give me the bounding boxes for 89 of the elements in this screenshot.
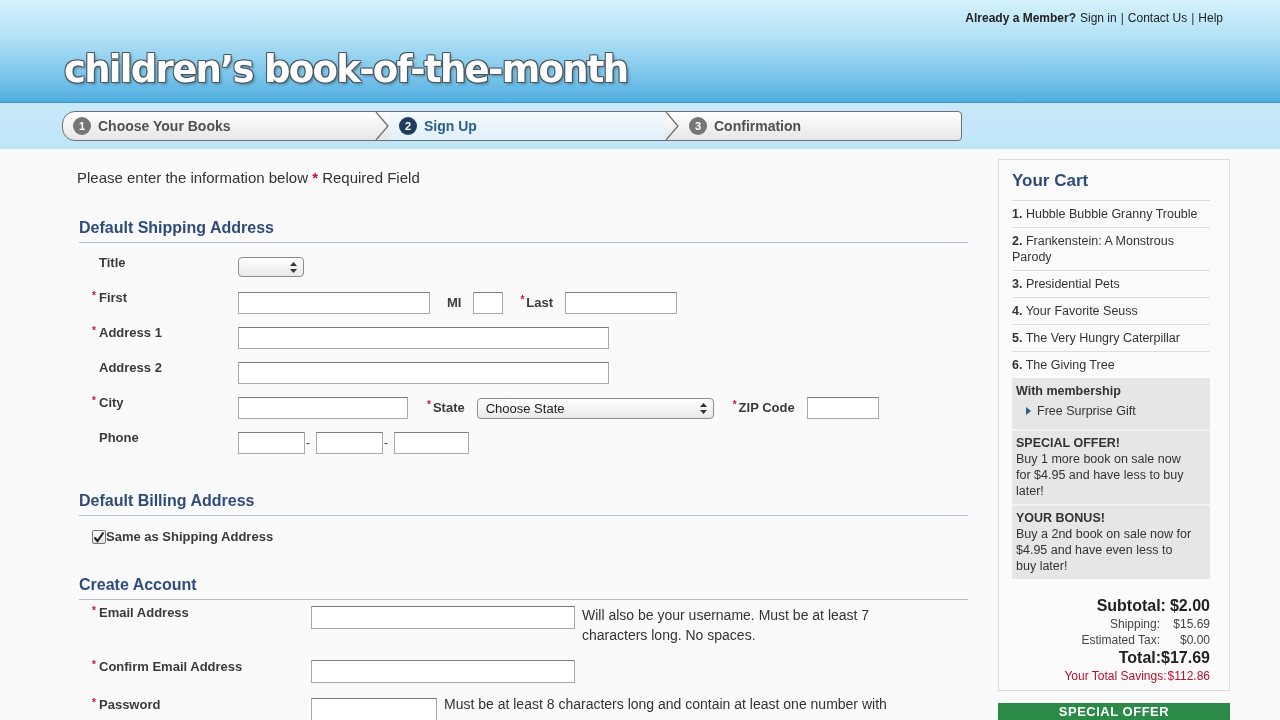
checkbox-label[interactable]: Same as Shipping Address xyxy=(106,529,274,545)
cart-item: 1. Hubble Bubble Granny Trouble xyxy=(1012,201,1210,228)
field-label: City xyxy=(99,395,124,412)
member-prompt: Already a Member? xyxy=(965,11,1076,25)
up-down-arrows-icon xyxy=(699,402,707,414)
required-mark: * xyxy=(92,659,96,670)
link-separator: | xyxy=(1120,11,1124,25)
up-down-arrows-icon xyxy=(290,261,297,273)
header-link[interactable]: Sign in xyxy=(1080,11,1117,25)
password-input[interactable] xyxy=(311,698,437,720)
required-note: Required Field xyxy=(322,169,420,186)
cart-title: Your Cart xyxy=(1012,170,1210,201)
offer-title: SPECIAL OFFER! xyxy=(1016,435,1121,451)
cart-item: 2. Frankenstein: A Monstrous Parody xyxy=(1012,228,1210,271)
offer-title: YOUR BONUS! xyxy=(1016,510,1106,526)
field-label: State xyxy=(432,400,465,416)
phone-input[interactable] xyxy=(394,432,469,454)
total-label: Subtotal: xyxy=(1096,596,1166,616)
required-mark: * xyxy=(92,605,96,616)
phone-separator: - xyxy=(305,436,311,450)
field-label: Password xyxy=(99,697,161,714)
required-mark: * xyxy=(92,395,96,406)
step-number: 2 xyxy=(399,117,417,135)
section-heading: Default Billing Address xyxy=(79,491,968,516)
total-value: $112.86 xyxy=(1167,668,1210,684)
title-select[interactable] xyxy=(238,257,304,277)
field-label: Address 2 xyxy=(99,360,162,376)
link-separator: | xyxy=(1191,11,1195,25)
cart-item: 3. Presidential Pets xyxy=(1012,271,1210,298)
field-hint: Must be at least 8 characters long and contain at least one number with xyxy=(444,695,887,714)
required-mark: * xyxy=(520,293,525,307)
required-mark: * xyxy=(92,325,96,336)
phone-separator: - xyxy=(383,436,389,450)
total-label: Estimated Tax: xyxy=(1081,632,1160,648)
offer-title: With membership xyxy=(1016,383,1122,399)
total-value: $17.69 xyxy=(1161,648,1210,668)
step-tab[interactable]: 3 Confirmation xyxy=(679,112,961,140)
state-select[interactable]: Choose State xyxy=(476,397,714,419)
step-number: 1 xyxy=(73,117,91,135)
field-hint: Will also be your username. Must be at least 7 characters long. No spaces. xyxy=(582,606,871,645)
field-label: First xyxy=(99,290,128,307)
total-value: $2.00 xyxy=(1169,596,1210,616)
field-label: MI xyxy=(447,295,462,311)
triangle-bullet-icon xyxy=(1026,407,1031,415)
field-label: Address 1 xyxy=(99,325,162,342)
field-label: ZIP Code xyxy=(738,400,795,416)
step-tab[interactable]: 2 Sign Up xyxy=(389,112,665,140)
field-label: Title xyxy=(99,255,126,271)
field-label: Email Address xyxy=(99,605,189,622)
total-label: Shipping: xyxy=(1109,616,1160,632)
field-label: Confirm Email Address xyxy=(99,659,243,676)
same-as-shipping-checkbox[interactable] xyxy=(92,530,106,544)
header-link[interactable]: Contact Us xyxy=(1127,11,1188,25)
intro-text: Please enter the information below xyxy=(77,169,308,186)
step-tab[interactable]: 1 Choose Your Books xyxy=(63,112,375,140)
required-mark: * xyxy=(312,169,318,186)
checkmark-icon xyxy=(93,531,105,543)
perk-text: Free Surprise Gift xyxy=(1037,403,1136,419)
first-name-input[interactable] xyxy=(238,292,430,314)
header-link[interactable]: Help xyxy=(1198,11,1223,25)
email-input[interactable] xyxy=(311,606,575,629)
total-label: Your Total Savings: xyxy=(1064,668,1167,684)
special-offer-button[interactable]: SPECIAL OFFER xyxy=(998,703,1230,720)
last-name-input[interactable] xyxy=(565,292,678,314)
middle-initial-input[interactable] xyxy=(473,292,504,314)
required-mark: * xyxy=(732,398,737,412)
offer-text: Buy a 2nd book on sale now for $4.95 and have even less to buy later! xyxy=(1016,526,1193,574)
phone-input[interactable] xyxy=(238,432,305,454)
step-number: 3 xyxy=(689,117,707,135)
phone-input[interactable] xyxy=(316,432,383,454)
field-label: Last xyxy=(526,295,554,311)
cart-item: 6. The Giving Tree xyxy=(1012,357,1116,374)
section-heading: Create Account xyxy=(79,575,968,600)
city-input[interactable] xyxy=(238,397,408,419)
address-input[interactable] xyxy=(238,362,609,384)
cart-item: 5. The Very Hungry Caterpillar xyxy=(1012,325,1210,352)
cart-item: 4. Your Favorite Seuss xyxy=(1012,298,1210,325)
section-heading: Default Shipping Address xyxy=(79,218,968,243)
total-value: $0.00 xyxy=(1178,632,1210,648)
required-mark: * xyxy=(92,290,96,301)
email-input[interactable] xyxy=(311,660,575,683)
offer-text: Buy 1 more book on sale now for $4.95 and have less to buy later! xyxy=(1016,451,1185,499)
address-input[interactable] xyxy=(238,327,609,349)
required-mark: * xyxy=(92,697,96,708)
field-label: Phone xyxy=(99,430,139,446)
total-value: $15.69 xyxy=(1172,616,1210,632)
zip-code-input[interactable] xyxy=(806,397,879,419)
total-label: Total: xyxy=(1118,648,1162,668)
required-mark: * xyxy=(427,398,431,412)
